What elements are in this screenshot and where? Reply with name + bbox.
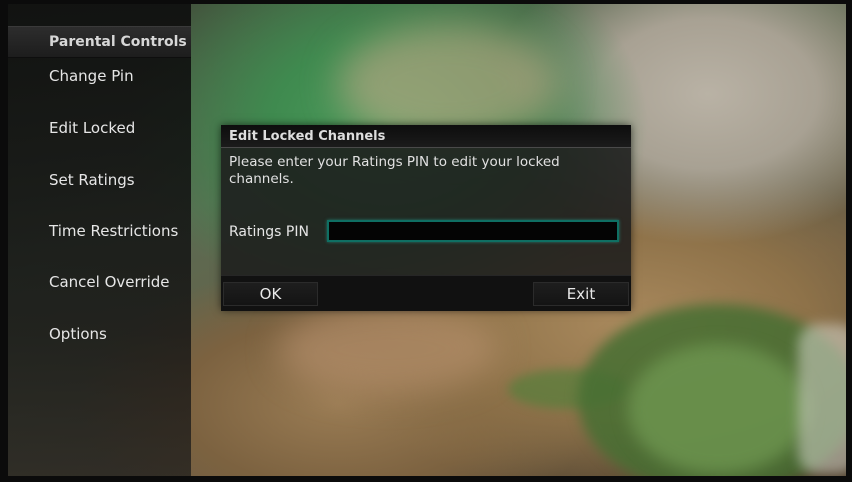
exit-button[interactable]: Exit xyxy=(533,282,629,306)
dialog-button-bar: OK Exit xyxy=(221,275,631,311)
dialog-title: Edit Locked Channels xyxy=(229,129,386,144)
dialog-message: Please enter your Ratings PIN to edit yo… xyxy=(229,154,560,187)
menu-item-edit-locked[interactable]: Edit Locked xyxy=(49,119,135,137)
menu-item-options[interactable]: Options xyxy=(49,325,107,343)
ratings-pin-input[interactable] xyxy=(327,220,619,242)
dialog-title-bar: Edit Locked Channels xyxy=(221,125,631,148)
ok-button[interactable]: OK xyxy=(223,282,318,306)
parental-controls-menu: Parental Controls Change Pin Edit Locked… xyxy=(8,4,191,476)
menu-title-bar: Parental Controls xyxy=(8,26,191,58)
menu-item-time-restrictions[interactable]: Time Restrictions xyxy=(49,222,178,240)
ratings-pin-label: Ratings PIN xyxy=(229,224,309,240)
menu-item-change-pin[interactable]: Change Pin xyxy=(49,67,134,85)
tv-screen: Parental Controls Change Pin Edit Locked… xyxy=(0,0,852,482)
background-hand-blur-lower xyxy=(278,304,498,394)
menu-item-cancel-override[interactable]: Cancel Override xyxy=(49,273,169,291)
background-herbs-highlight xyxy=(628,344,808,474)
menu-title: Parental Controls xyxy=(49,34,187,50)
background-glass-bottle xyxy=(798,324,846,474)
edit-locked-channels-dialog: Edit Locked Channels Please enter your R… xyxy=(221,125,631,311)
menu-item-set-ratings[interactable]: Set Ratings xyxy=(49,171,135,189)
